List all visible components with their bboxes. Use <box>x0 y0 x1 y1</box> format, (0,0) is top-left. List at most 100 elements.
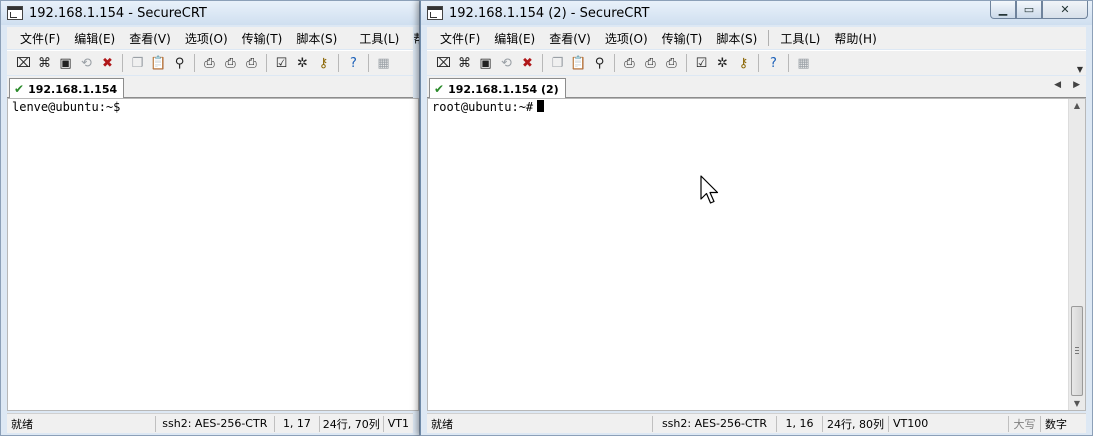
print-setup-icon[interactable]: ⎙ <box>640 54 661 73</box>
menu-transfer[interactable]: 传输(T) <box>655 30 710 47</box>
minimize-button[interactable]: ▁ <box>990 1 1016 19</box>
title-bar[interactable]: 192.168.1.154 - SecureCRT <box>1 1 419 25</box>
mouse-pointer-icon <box>700 175 719 204</box>
toolbar: ⌧ ⌘ ▣ ⟲ ✖ ❐ 📋 ⚲ ⎙ ⎙ ⎙ ☑ ✲ ⚷ ? ▦ ▼ <box>427 50 1086 75</box>
menu-file[interactable]: 文件(F) <box>13 30 67 47</box>
toolbar-separator <box>194 54 195 72</box>
quick-connect-icon[interactable]: ⌘ <box>454 54 475 73</box>
unknown-icon[interactable]: ▦ <box>373 54 394 73</box>
scroll-up-icon[interactable]: ▲ <box>1069 101 1085 110</box>
securecrt-app-icon[interactable] <box>7 6 23 20</box>
find-icon[interactable]: ⚲ <box>589 54 610 73</box>
status-cursor-position: 1, 16 <box>777 415 823 432</box>
menu-help[interactable]: 帮助(H) <box>827 30 883 47</box>
disconnect-icon[interactable]: ✖ <box>517 54 538 73</box>
print-selection-icon[interactable]: ⎙ <box>241 54 262 73</box>
menu-options[interactable]: 选项(O) <box>598 30 655 47</box>
connect-icon[interactable]: ⌧ <box>13 54 34 73</box>
toolbar-separator <box>614 54 615 72</box>
status-cipher: ssh2: AES-256-CTR <box>156 415 276 432</box>
connect-icon[interactable]: ⌧ <box>433 54 454 73</box>
menu-options[interactable]: 选项(O) <box>178 30 235 47</box>
quick-connect-icon[interactable]: ⌘ <box>34 54 55 73</box>
session-options-icon[interactable]: ☑ <box>691 54 712 73</box>
session-tab[interactable]: ✔ 192.168.1.154 <box>9 78 125 99</box>
print-icon[interactable]: ⎙ <box>619 54 640 73</box>
copy-icon[interactable]: ❐ <box>127 54 148 73</box>
securecrt-window-right[interactable]: 192.168.1.154 (2) - SecureCRT ▁ ▭ ✕ 文件(F… <box>420 0 1093 436</box>
status-terminal-type: VT100 <box>889 415 1009 432</box>
securecrt-window-left[interactable]: 192.168.1.154 - SecureCRT 文件(F) 编辑(E) 查看… <box>0 0 420 436</box>
window-title: 192.168.1.154 - SecureCRT <box>29 5 207 21</box>
toolbar-separator <box>122 54 123 72</box>
toolbar-separator <box>758 54 759 72</box>
toolbar-separator <box>338 54 339 72</box>
connect-in-tab-icon[interactable]: ▣ <box>55 54 76 73</box>
window-title: 192.168.1.154 (2) - SecureCRT <box>449 5 650 21</box>
paste-icon[interactable]: 📋 <box>568 54 589 73</box>
tab-scroll-right-icon[interactable]: ▶ <box>1073 80 1080 90</box>
menu-view[interactable]: 查看(V) <box>122 30 178 47</box>
tab-bar: ✔ 192.168.1.154 (2) ◀ ▶ <box>427 76 1086 99</box>
paste-icon[interactable]: 📋 <box>148 54 169 73</box>
session-options-icon[interactable]: ☑ <box>271 54 292 73</box>
menu-edit[interactable]: 编辑(E) <box>487 30 542 47</box>
status-ready: 就绪 <box>7 415 156 432</box>
menu-bar: 文件(F) 编辑(E) 查看(V) 选项(O) 传输(T) 脚本(S) 工具(L… <box>7 27 419 49</box>
global-options-icon[interactable]: ✲ <box>712 54 733 73</box>
menu-help[interactable]: 帮助(H <box>406 30 419 47</box>
menu-view[interactable]: 查看(V) <box>542 30 598 47</box>
close-button[interactable]: ✕ <box>1042 1 1088 19</box>
menu-script[interactable]: 脚本(S) <box>709 30 764 47</box>
status-terminal-type: VT1 <box>387 417 409 430</box>
terminal-area[interactable]: root@ubuntu:~# ▲ ▼ <box>427 98 1086 411</box>
print-selection-icon[interactable]: ⎙ <box>661 54 682 73</box>
menu-transfer[interactable]: 传输(T) <box>235 30 290 47</box>
toolbar-overflow-icon[interactable]: ▼ <box>1077 65 1083 74</box>
text-cursor <box>537 100 545 112</box>
copy-icon[interactable]: ❐ <box>547 54 568 73</box>
menu-separator <box>768 30 770 46</box>
status-cursor-position: 1, 17 <box>275 415 320 432</box>
tab-scroll-left-icon[interactable]: ◀ <box>1054 80 1061 90</box>
status-cipher: ssh2: AES-256-CTR <box>653 415 777 432</box>
key-icon[interactable]: ⚷ <box>733 54 754 73</box>
tab-bar: ✔ 192.168.1.154 <box>7 76 413 99</box>
menu-bar: 文件(F) 编辑(E) 查看(V) 选项(O) 传输(T) 脚本(S) 工具(L… <box>427 27 1086 49</box>
scrollbar-grip <box>1075 347 1079 354</box>
terminal-prompt-text: root@ubuntu:~# <box>432 100 534 114</box>
tab-scroll-arrows: ◀ ▶ <box>1054 80 1080 90</box>
key-icon[interactable]: ⚷ <box>313 54 334 73</box>
help-icon[interactable]: ? <box>763 54 784 73</box>
scroll-down-icon[interactable]: ▼ <box>1069 399 1085 408</box>
print-setup-icon[interactable]: ⎙ <box>220 54 241 73</box>
menu-tools[interactable]: 工具(L) <box>773 30 827 47</box>
toolbar-separator <box>542 54 543 72</box>
status-bar: 就绪 ssh2: AES-256-CTR 1, 16 24行, 80列 VT10… <box>427 413 1086 433</box>
connect-in-tab-icon[interactable]: ▣ <box>475 54 496 73</box>
print-icon[interactable]: ⎙ <box>199 54 220 73</box>
toolbar-separator <box>788 54 789 72</box>
terminal-area[interactable]: lenve@ubuntu:~$ <box>7 98 419 411</box>
reconnect-icon[interactable]: ⟲ <box>76 54 97 73</box>
scrollbar-thumb[interactable] <box>1071 306 1083 396</box>
session-tab[interactable]: ✔ 192.168.1.154 (2) <box>429 78 566 99</box>
menu-tools[interactable]: 工具(L) <box>352 30 406 47</box>
menu-file[interactable]: 文件(F) <box>433 30 487 47</box>
securecrt-app-icon[interactable] <box>427 6 443 20</box>
menu-script[interactable]: 脚本(S) <box>289 30 344 47</box>
terminal-scrollbar[interactable]: ▲ ▼ <box>1068 99 1085 410</box>
unknown-icon[interactable]: ▦ <box>793 54 814 73</box>
check-icon: ✔ <box>434 82 445 96</box>
maximize-button[interactable]: ▭ <box>1016 1 1042 19</box>
status-terminal-size: 24行, 70列 <box>320 415 384 432</box>
terminal-prompt: root@ubuntu:~# <box>432 100 545 114</box>
session-tab-label: 192.168.1.154 (2) <box>448 82 559 96</box>
global-options-icon[interactable]: ✲ <box>292 54 313 73</box>
menu-edit[interactable]: 编辑(E) <box>67 30 122 47</box>
disconnect-icon[interactable]: ✖ <box>97 54 118 73</box>
status-bar: 就绪 ssh2: AES-256-CTR 1, 17 24行, 70列 VT1 <box>7 413 413 433</box>
help-icon[interactable]: ? <box>343 54 364 73</box>
reconnect-icon[interactable]: ⟲ <box>496 54 517 73</box>
find-icon[interactable]: ⚲ <box>169 54 190 73</box>
